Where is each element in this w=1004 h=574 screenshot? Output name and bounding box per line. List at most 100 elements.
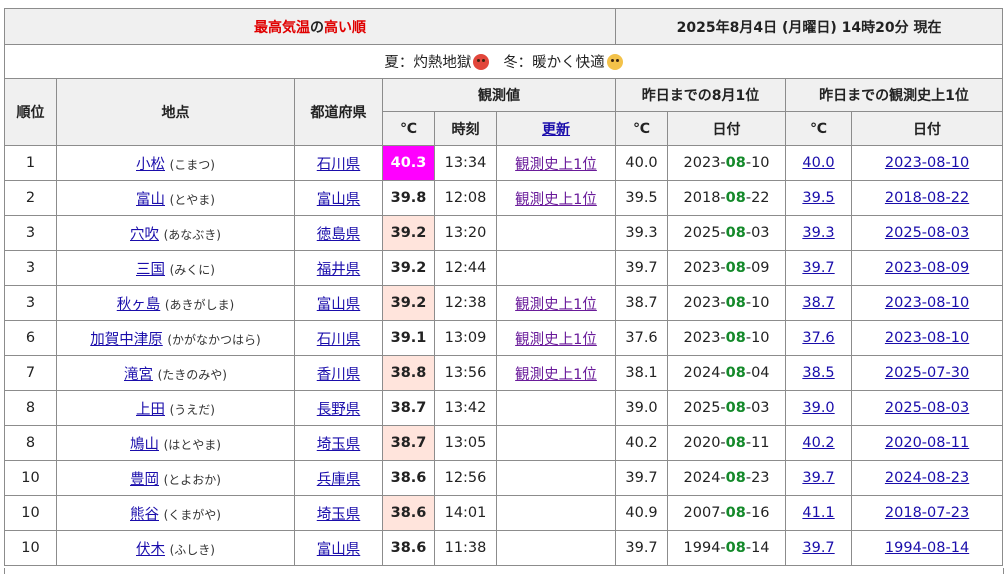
month-record-date: 2024-08-04 [667,355,787,391]
all-record-date-link[interactable]: 2020-08-11 [885,435,969,451]
prefecture-link[interactable]: 富山県 [317,297,361,313]
prefecture-link[interactable]: 埼玉県 [317,507,361,523]
prefecture-cell: 香川県 [294,355,383,391]
all-record-date-link[interactable]: 1994-08-14 [885,540,969,556]
month-date-year: 2023- [683,155,726,171]
prefecture-link[interactable]: 埼玉県 [317,437,361,453]
prefecture-cell: 石川県 [294,320,383,356]
all-record-date-link[interactable]: 2023-08-10 [885,330,969,346]
table-row: 1 小松 (こまつ) 石川県 40.3 13:34 観測史上1位 40.0 2023-08-1… [4,145,1004,181]
max-temp-cell: 38.6 [382,460,435,496]
record-update-link[interactable]: 観測史上1位 [515,367,597,383]
table-continuation [4,568,1004,574]
update-cell: 観測史上1位 [495,285,617,321]
month-date-year: 2025- [683,225,726,241]
location-link[interactable]: 小松 [136,157,165,173]
time-cell: 12:08 [434,180,497,216]
prefecture-cell: 埼玉県 [294,495,383,531]
prefecture-link[interactable]: 兵庫県 [317,472,361,488]
prefecture-link[interactable]: 香川県 [317,367,361,383]
all-record-temp-link[interactable]: 39.7 [802,470,834,486]
all-record-temp-cell: 39.3 [785,215,853,251]
month-date-day: -11 [745,435,770,451]
hot-face-icon [473,54,490,70]
rank-cell: 2 [4,180,57,216]
all-record-temp-link[interactable]: 39.0 [802,400,834,416]
time-cell: 12:38 [434,285,497,321]
table-row: 8 上田 (うえだ) 長野県 38.7 13:42 39.0 2025-08-03 39.0 2… [4,390,1004,426]
all-record-date-link[interactable]: 2023-08-10 [885,155,969,171]
record-update-link[interactable]: 観測史上1位 [515,192,597,208]
all-record-date-link[interactable]: 2018-07-23 [885,505,969,521]
update-cell [495,530,617,566]
location-link[interactable]: 熊谷 [130,507,159,523]
location-link[interactable]: 上田 [136,402,165,418]
update-sort-link[interactable]: 更新 [542,122,570,138]
ranking-title: 最高気温の高い順 [3,8,617,45]
location-link[interactable]: 豊岡 [130,472,159,488]
all-record-date-link[interactable]: 2025-07-30 [885,365,969,381]
month-date-year: 2023- [683,260,726,276]
all-record-date-link[interactable]: 2025-08-03 [885,400,969,416]
location-link[interactable]: 秋ヶ島 [117,297,161,313]
all-record-temp-link[interactable]: 38.5 [802,365,834,381]
prefecture-link[interactable]: 石川県 [317,332,361,348]
record-update-link[interactable]: 観測史上1位 [515,297,597,313]
record-update-link[interactable]: 観測史上1位 [515,157,597,173]
month-date-month: 08 [725,400,746,416]
all-record-date-cell: 2018-07-23 [851,495,1004,531]
temperature-ranking-table: 最高気温の高い順 2025年8月4日 (月曜日) 14時20分 現在 夏：灼熱地… [3,8,1004,566]
all-record-temp-link[interactable]: 41.1 [802,505,834,521]
month-date-year: 2025- [683,400,726,416]
all-record-date-link[interactable]: 2025-08-03 [885,225,969,241]
all-record-temp-link[interactable]: 40.2 [802,435,834,451]
update-cell [495,250,617,286]
col-location: 地点 [56,78,295,146]
location-link[interactable]: 加賀中津原 [90,332,163,348]
all-record-date-link[interactable]: 2018-08-22 [885,190,969,206]
month-record-date: 2024-08-23 [667,460,787,496]
all-record-date-link[interactable]: 2023-08-09 [885,260,969,276]
summer-note: 夏：灼熱地獄 [384,55,472,71]
prefecture-link[interactable]: 徳島県 [317,227,361,243]
prefecture-link[interactable]: 福井県 [317,262,361,278]
all-record-temp-link[interactable]: 38.7 [802,295,834,311]
all-record-temp-link[interactable]: 37.6 [802,330,834,346]
location-link[interactable]: 三国 [136,262,165,278]
table-row: 10 熊谷 (くまがや) 埼玉県 38.6 14:01 40.9 2007-08-16 41.… [4,495,1004,531]
all-record-temp-link[interactable]: 39.7 [802,540,834,556]
location-link[interactable]: 穴吹 [130,227,159,243]
all-record-date-cell: 2025-07-30 [851,355,1004,391]
col-observed-update[interactable]: 更新 [495,111,617,146]
prefecture-link[interactable]: 石川県 [317,157,361,173]
col-prefecture: 都道府県 [294,78,383,146]
all-record-temp-cell: 38.7 [785,285,853,321]
month-date-month: 08 [725,470,746,486]
max-temp-cell: 39.2 [382,215,435,251]
prefecture-link[interactable]: 富山県 [317,192,361,208]
all-record-temp-cell: 38.5 [785,355,853,391]
all-record-temp-link[interactable]: 39.5 [802,190,834,206]
location-link[interactable]: 滝宮 [124,367,153,383]
month-record-temp: 37.6 [615,320,669,356]
table-row: 8 鳩山 (はとやま) 埼玉県 38.7 13:05 40.2 2020-08-11 40.2… [4,425,1004,461]
location-link[interactable]: 富山 [136,192,165,208]
location-link[interactable]: 伏木 [136,542,165,558]
all-record-temp-link[interactable]: 39.3 [802,225,834,241]
prefecture-link[interactable]: 富山県 [317,542,361,558]
all-record-temp-link[interactable]: 40.0 [802,155,834,171]
location-reading: (たきのみや) [157,367,227,382]
all-record-date-link[interactable]: 2023-08-10 [885,295,969,311]
update-cell [495,495,617,531]
location-reading: (かがなかつはら) [167,332,261,347]
time-cell: 13:34 [434,145,497,181]
location-cell: 穴吹 (あなぶき) [56,215,295,251]
month-record-temp: 39.7 [615,460,669,496]
all-record-date-link[interactable]: 2024-08-23 [885,470,969,486]
prefecture-link[interactable]: 長野県 [317,402,361,418]
location-link[interactable]: 鳩山 [130,437,159,453]
month-date-month: 08 [725,365,746,381]
prefecture-cell: 富山県 [294,180,383,216]
record-update-link[interactable]: 観測史上1位 [515,332,597,348]
all-record-temp-link[interactable]: 39.7 [802,260,834,276]
